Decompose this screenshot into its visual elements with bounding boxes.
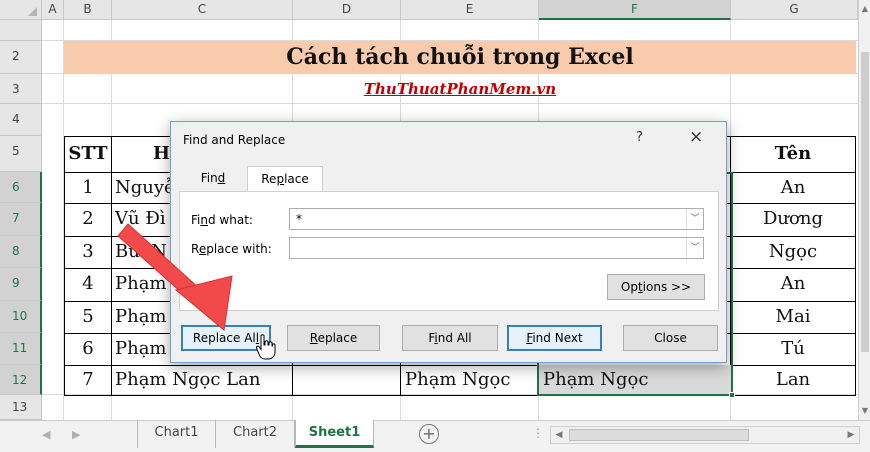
hand-pointer-icon: [256, 334, 276, 360]
red-arrow-annotation: [117, 223, 233, 331]
arrow-icon: [117, 223, 233, 331]
